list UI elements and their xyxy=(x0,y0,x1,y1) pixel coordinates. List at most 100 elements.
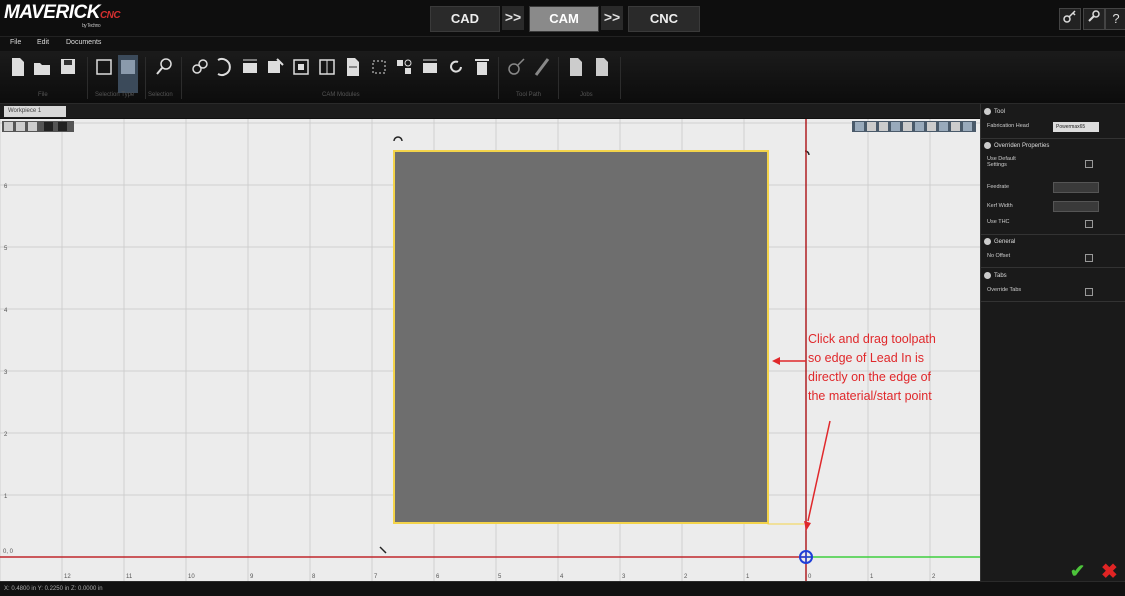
tool-select[interactable]: Powermax65 xyxy=(1053,122,1099,132)
select-rect-icon[interactable] xyxy=(94,55,114,79)
group-label-cam-modules: CAM Modules xyxy=(322,92,360,98)
override-tabs-checkbox[interactable] xyxy=(1085,288,1093,296)
app-logo: MAVERICKCNC by Techno xyxy=(4,2,121,29)
x-tick-label: 3 xyxy=(622,574,626,580)
override-tabs-label: Override Tabs xyxy=(987,287,1022,293)
no-offset-label: No Offset xyxy=(987,253,1011,259)
save-icon[interactable] xyxy=(58,55,78,79)
cam-tool-8-icon[interactable] xyxy=(369,55,389,79)
kerf-input[interactable] xyxy=(1053,201,1099,212)
y-axis-tick-labels: 654321 xyxy=(4,184,8,500)
x-axis-tick-labels: 12 11 10 9 8 7 6 5 4 3 2 1 0 1 2 xyxy=(64,574,936,580)
kerf-label: Kerf Width xyxy=(987,203,1013,209)
open-folder-icon[interactable] xyxy=(32,55,52,79)
group-label-tool-path: Tool Path xyxy=(516,92,542,98)
x-tick-label: 6 xyxy=(436,574,440,580)
material-square xyxy=(393,150,769,524)
menu-file[interactable]: File xyxy=(10,39,21,46)
feedrate-label: Feedrate xyxy=(987,184,1010,190)
tab-cad[interactable]: CAD xyxy=(430,6,500,32)
workflow-arrow-1: >> xyxy=(502,6,524,30)
measure-icon xyxy=(58,122,67,131)
group-label-selection-type: Selection Type xyxy=(95,92,135,98)
x-tick-label: 8 xyxy=(312,574,316,580)
tool-label: Fabrication Head xyxy=(987,123,1029,129)
annotation-line-1: Click and drag toolpath xyxy=(808,332,936,346)
lead-in-path xyxy=(767,523,804,525)
thc-label: Use THC xyxy=(987,219,1010,225)
new-file-icon[interactable] xyxy=(8,55,28,79)
x-tick-label: 5 xyxy=(498,574,502,580)
use-default-label: Use Default Settings xyxy=(987,156,1016,168)
cam-tool-3-icon[interactable] xyxy=(240,55,260,79)
menu-documents[interactable]: Documents xyxy=(66,39,101,46)
annotation-arrow-down xyxy=(807,420,831,522)
top-bar: MAVERICKCNC by Techno CAD >> CAM >> CNC … xyxy=(0,0,1125,37)
section-tool-title: Tool xyxy=(994,109,1006,116)
cam-tool-10-icon[interactable] xyxy=(420,55,440,79)
logo-suffix: CNC xyxy=(99,10,121,21)
x-tick-label: 9 xyxy=(250,574,254,580)
cam-tool-6-icon[interactable] xyxy=(317,55,337,79)
section-general[interactable]: General xyxy=(984,238,1015,245)
thc-checkbox[interactable] xyxy=(1085,220,1093,228)
accept-check-icon[interactable]: ✔ xyxy=(1070,561,1085,582)
logo-sub: by Techno xyxy=(82,23,101,29)
group-label-selection: Selection xyxy=(148,92,173,98)
section-general-title: General xyxy=(994,239,1016,246)
tab-cam[interactable]: CAM xyxy=(529,6,599,32)
x-tick-label: 0 xyxy=(808,574,812,580)
select-fill-icon[interactable] xyxy=(118,55,138,93)
x-tick-label: 12 xyxy=(64,574,71,580)
properties-panel: Tool Fabrication Head Powermax65 Overrid… xyxy=(980,104,1125,581)
job-2-icon[interactable] xyxy=(592,55,612,79)
x-tick-label: 2 xyxy=(932,574,936,580)
link-icon[interactable] xyxy=(190,55,210,79)
annotation-note: Click and drag toolpath so edge of Lead … xyxy=(808,330,980,406)
cam-tool-7-icon[interactable] xyxy=(343,55,363,79)
pan-zoom-icon[interactable] xyxy=(154,55,174,79)
help-icon[interactable]: ? xyxy=(1105,8,1125,30)
cam-tool-5-icon[interactable] xyxy=(291,55,311,79)
wrench-icon[interactable] xyxy=(1083,8,1105,30)
refresh-icon[interactable] xyxy=(446,55,466,79)
zoom-out-icon xyxy=(28,122,37,131)
logo-main: MAVERICK xyxy=(4,2,100,23)
x-tick-label: 1 xyxy=(746,574,750,580)
x-tick-label: 7 xyxy=(374,574,378,580)
x-tick-label: 11 xyxy=(126,574,133,580)
group-label-file: File xyxy=(38,92,48,98)
status-bar: X: 0.4800 in Y: 0.2250 in Z: 0.0000 in xyxy=(0,581,1125,596)
section-tabs-title: Tabs xyxy=(994,273,1007,280)
fit-view-icon xyxy=(44,122,53,131)
tab-cnc[interactable]: CNC xyxy=(628,6,700,32)
use-default-checkbox[interactable] xyxy=(1085,160,1093,168)
section-tabs[interactable]: Tabs xyxy=(984,272,1007,279)
cam-tool-9-icon[interactable] xyxy=(394,55,414,79)
lead-in-icon[interactable] xyxy=(214,55,234,79)
corner-marker-bl xyxy=(379,546,387,554)
group-label-jobs: Jobs xyxy=(580,92,593,98)
section-tool[interactable]: Tool xyxy=(984,108,1005,115)
x-tick-label: 4 xyxy=(560,574,564,580)
zoom-icon xyxy=(4,122,13,131)
pencil-icon[interactable] xyxy=(532,55,552,79)
menu-bar: File Edit Documents xyxy=(0,37,1125,51)
key-icon[interactable] xyxy=(1059,8,1081,30)
x-tick-label: 1 xyxy=(870,574,874,580)
trash-icon[interactable] xyxy=(472,55,492,79)
section-override[interactable]: Overriden Properties xyxy=(984,142,1049,149)
menu-edit[interactable]: Edit xyxy=(37,39,49,46)
annotation-line-3: directly on the edge of xyxy=(808,370,931,384)
toolpath-edit-icon[interactable] xyxy=(506,55,526,79)
origin-label: 0, 0 xyxy=(3,549,14,555)
toolbar-ribbon: File Selection Type Selection CAM Module… xyxy=(0,51,1125,104)
cam-tool-4-icon[interactable] xyxy=(265,55,285,79)
annotation-line-4: the material/start point xyxy=(808,389,932,403)
x-tick-label: 10 xyxy=(188,574,195,580)
document-tab[interactable]: Workpiece 1 xyxy=(4,106,66,117)
feedrate-input[interactable] xyxy=(1053,182,1099,193)
document-tab-strip: Workpiece 1 xyxy=(0,104,980,118)
no-offset-checkbox[interactable] xyxy=(1085,254,1093,262)
job-1-icon[interactable] xyxy=(566,55,586,79)
